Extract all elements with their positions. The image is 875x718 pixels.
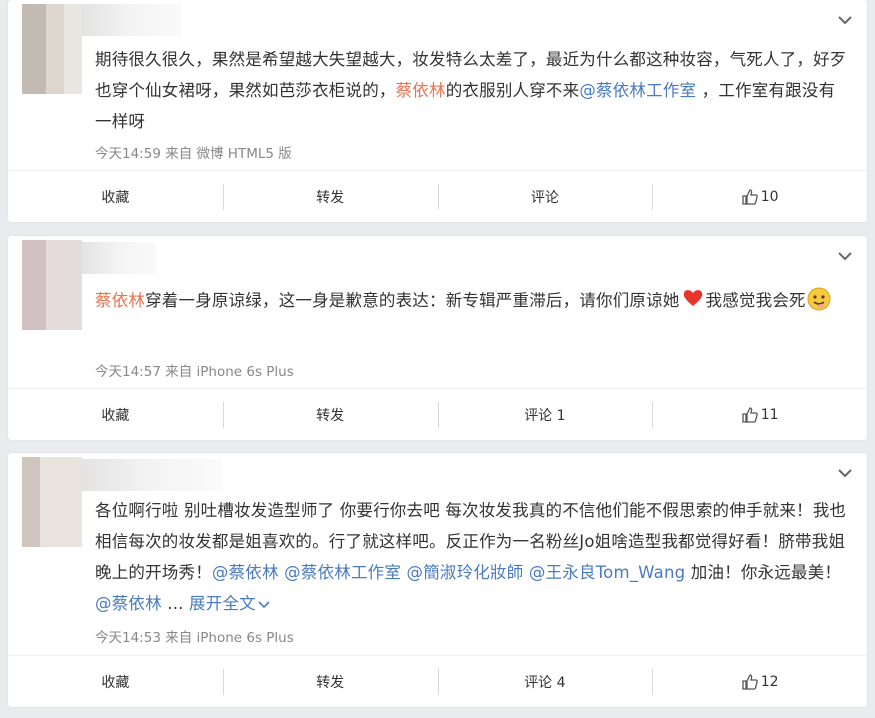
mention-link[interactable]: @簡淑玲化妝師 (407, 563, 524, 582)
comment-button[interactable]: 评论 (437, 171, 653, 223)
post-meta: 今天14:57 来自 iPhone 6s Plus (95, 360, 294, 380)
repost-label: 转发 (316, 190, 345, 206)
weibo-card: 期待很久很久，果然是希望越大失望越大，妆发特么太差了，最近为什么都这种妆容，气死… (8, 0, 867, 222)
action-bar: 收藏 转发 评论 1 11 (8, 388, 867, 441)
repost-label: 转发 (316, 675, 345, 691)
weibo-card: 蔡依林穿着一身原谅绿，这一身是歉意的表达：新专辑严重滞后，请你们原谅她 我感觉我会… (8, 236, 867, 440)
username-blurred[interactable] (82, 459, 222, 491)
repost-button[interactable]: 转发 (222, 656, 438, 708)
repost-button[interactable]: 转发 (222, 389, 438, 441)
like-button[interactable]: 10 (652, 171, 867, 223)
post-time[interactable]: 今天14:59 (95, 146, 161, 162)
expand-full-text-link[interactable]: 展开全文 (189, 594, 256, 613)
mention-link[interactable]: @蔡依林工作室 (579, 81, 696, 100)
post-text: 各位啊行啦 别吐槽妆发造型师了 你要行你去吧 每次妆发我真的不信他们能不假思索的… (95, 495, 849, 619)
thumbs-up-icon (742, 674, 758, 690)
chevron-down-icon[interactable] (837, 14, 853, 28)
avatar[interactable] (22, 4, 82, 94)
like-button[interactable]: 11 (652, 389, 867, 441)
mention-link[interactable]: @蔡依林 (212, 563, 279, 582)
action-bar: 收藏 转发 评论 10 (8, 170, 867, 223)
collect-button[interactable]: 收藏 (8, 171, 223, 223)
post-text-segment: 加油！你永远最美！ (685, 563, 842, 582)
topic-link[interactable]: 蔡依林 (95, 291, 145, 310)
thumbs-up-icon (742, 189, 758, 205)
from-label: 来自 (165, 630, 193, 646)
collect-button[interactable]: 收藏 (8, 656, 223, 708)
post-text-segment: 的衣服别人穿不来 (445, 81, 580, 100)
post-text: 蔡依林穿着一身原谅绿，这一身是歉意的表达：新专辑严重滞后，请你们原谅她 我感觉我会… (95, 285, 849, 316)
from-label: 来自 (165, 146, 193, 162)
mention-link[interactable]: @王永良Tom_Wang (529, 563, 685, 582)
chevron-down-icon[interactable] (837, 250, 853, 264)
avatar[interactable] (22, 240, 82, 330)
post-meta: 今天14:59 来自 微博 HTML5 版 (95, 142, 292, 162)
post-text-segment: 穿着一身原谅绿，这一身是歉意的表达：新专辑严重滞后，请你们原谅她 (145, 291, 680, 310)
collect-label: 收藏 (101, 675, 130, 691)
chevron-down-icon (258, 601, 270, 609)
like-count: 10 (760, 189, 779, 205)
post-time[interactable]: 今天14:53 (95, 630, 161, 646)
avatar[interactable] (22, 457, 82, 547)
comment-button[interactable]: 评论 1 (437, 389, 653, 441)
chevron-down-icon[interactable] (837, 467, 853, 481)
like-button[interactable]: 12 (652, 656, 867, 708)
username-blurred[interactable] (82, 4, 182, 36)
face-emoji-icon (807, 287, 831, 311)
comment-label: 评论 4 (524, 675, 566, 691)
username-blurred[interactable] (82, 242, 157, 274)
collect-button[interactable]: 收藏 (8, 389, 223, 441)
post-time[interactable]: 今天14:57 (95, 364, 161, 380)
action-bar: 收藏 转发 评论 4 12 (8, 655, 867, 708)
post-text-segment: ... (161, 594, 190, 613)
topic-link[interactable]: 蔡依林 (396, 81, 446, 100)
repost-label: 转发 (316, 408, 345, 424)
thumbs-up-icon (742, 407, 758, 423)
post-meta: 今天14:53 来自 iPhone 6s Plus (95, 626, 294, 646)
post-source[interactable]: 微博 HTML5 版 (197, 146, 292, 162)
from-label: 来自 (165, 364, 193, 380)
like-count: 12 (760, 674, 779, 690)
mention-link[interactable]: @蔡依林工作室 (284, 563, 401, 582)
post-source[interactable]: iPhone 6s Plus (197, 364, 294, 380)
post-source[interactable]: iPhone 6s Plus (197, 630, 294, 646)
heart-emoji-icon (683, 290, 702, 306)
collect-label: 收藏 (101, 190, 130, 206)
post-text-segment: 我感觉我会死 (705, 291, 806, 310)
weibo-card: 各位啊行啦 别吐槽妆发造型师了 你要行你去吧 每次妆发我真的不信他们能不假思索的… (8, 453, 867, 707)
collect-label: 收藏 (101, 408, 130, 424)
comment-label: 评论 (530, 190, 559, 206)
repost-button[interactable]: 转发 (222, 171, 438, 223)
mention-link[interactable]: @蔡依林 (95, 594, 162, 613)
post-text: 期待很久很久，果然是希望越大失望越大，妆发特么太差了，最近为什么都这种妆容，气死… (95, 44, 849, 137)
comment-button[interactable]: 评论 4 (437, 656, 653, 708)
like-count: 11 (760, 407, 779, 423)
comment-label: 评论 1 (524, 408, 566, 424)
